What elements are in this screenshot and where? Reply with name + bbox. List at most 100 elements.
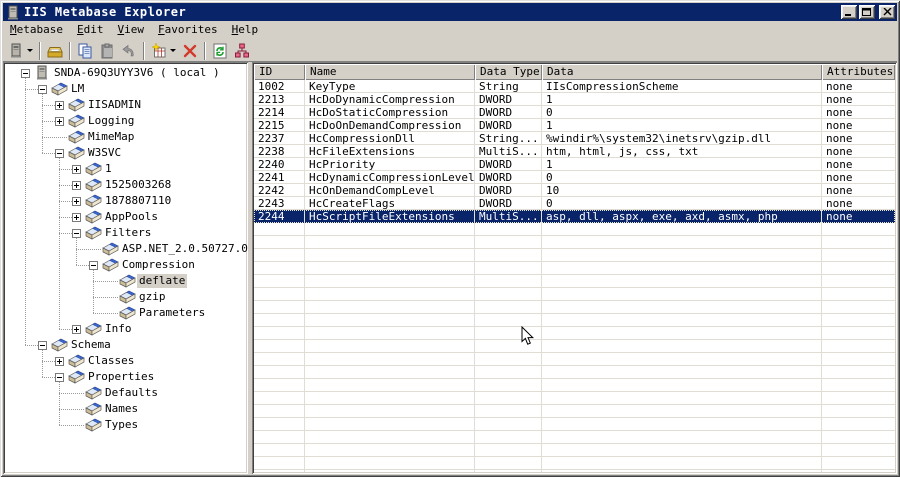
dropdown-arrow-icon[interactable] <box>170 49 176 52</box>
tree-item-label[interactable]: Parameters <box>137 306 207 320</box>
tree-item-names[interactable]: Names <box>103 401 140 417</box>
tree-item-deflate[interactable]: deflate <box>137 273 188 289</box>
tree-item-label[interactable]: Types <box>103 418 140 432</box>
refresh-button[interactable] <box>210 40 230 62</box>
table-row-2213[interactable]: 2213 HcDoDynamicCompression DWORD 1 none <box>254 93 895 106</box>
table-row-2243[interactable]: 2243 HcCreateFlags DWORD 0 none <box>254 197 895 210</box>
tree-item-label[interactable]: AppPools <box>103 210 160 224</box>
tree-item-apppools[interactable]: AppPools <box>103 209 160 225</box>
maximize-button[interactable] <box>859 5 875 19</box>
cell-id: 2214 <box>258 106 285 119</box>
menu-view[interactable]: View <box>110 21 151 39</box>
tree-item-label[interactable]: Filters <box>103 226 153 240</box>
column-header-attributes[interactable]: Attributes <box>822 64 895 80</box>
tree-item-types[interactable]: Types <box>103 417 140 433</box>
column-header-name[interactable]: Name <box>305 64 475 80</box>
table-row-2241[interactable]: 2241 HcDynamicCompressionLevel DWORD 0 none <box>254 171 895 184</box>
tree-item-label[interactable]: SNDA-69Q3UYY3V6 ( local ) <box>52 66 222 80</box>
tree-item-label[interactable]: Properties <box>86 370 156 384</box>
key-icon <box>68 369 85 384</box>
tree-item-1878807110[interactable]: 1878807110 <box>103 193 173 209</box>
tree-item-compression[interactable]: Compression <box>120 257 197 273</box>
table-row-2242[interactable]: 2242 HcOnDemandCompLevel DWORD 10 none <box>254 184 895 197</box>
connect-server-button[interactable] <box>6 40 35 62</box>
open-button[interactable] <box>45 40 65 62</box>
tree-item-label[interactable]: gzip <box>137 290 168 304</box>
tree-item-label[interactable]: Schema <box>69 338 113 352</box>
column-header-id[interactable]: ID <box>254 64 305 80</box>
tree-item-lm[interactable]: LM <box>69 81 86 97</box>
tree-panel: SNDA-69Q3UYY3V6 ( local ) LM IISADMIN Loggi… <box>3 62 248 474</box>
tree-item-filters[interactable]: Filters <box>103 225 153 241</box>
tree-item-mimemap[interactable]: MimeMap <box>86 129 136 145</box>
menu-favorites[interactable]: Favorites <box>151 21 225 39</box>
minimize-button[interactable] <box>841 5 857 19</box>
tree-item-snda-69q3uyy3v6-local[interactable]: SNDA-69Q3UYY3V6 ( local ) <box>52 65 222 81</box>
paste-button[interactable] <box>97 40 117 62</box>
tree-item-asp-net-2-0-50727-0[interactable]: ASP.NET_2.0.50727.0 <box>120 241 248 257</box>
tree-expander-minus-icon[interactable] <box>55 373 64 382</box>
tree-expander-minus-icon[interactable] <box>21 69 30 78</box>
tree-item-gzip[interactable]: gzip <box>137 289 168 305</box>
copy-button[interactable] <box>75 40 95 62</box>
tree-item-1[interactable]: 1 <box>103 161 114 177</box>
table-row-1002[interactable]: 1002 KeyType String IIsCompressionScheme non… <box>254 80 895 93</box>
table-row-2238[interactable]: 2238 HcFileExtensions MultiS... htm, html, … <box>254 145 895 158</box>
tree-expander-plus-icon[interactable] <box>72 165 81 174</box>
dropdown-arrow-icon[interactable] <box>27 49 33 52</box>
table-row-2237[interactable]: 2237 HcCompressionDll String... %windir%\sy… <box>254 132 895 145</box>
table-row-2215[interactable]: 2215 HcDoOnDemandCompression DWORD 1 none <box>254 119 895 132</box>
tree-expander-minus-icon[interactable] <box>38 341 47 350</box>
tree-expander-minus-icon[interactable] <box>55 149 64 158</box>
delete-button[interactable] <box>180 40 200 62</box>
table-row-2244[interactable]: 2244 HcScriptFileExtensions MultiS... asp, … <box>254 210 895 223</box>
undo-button[interactable] <box>119 40 139 62</box>
menu-edit[interactable]: Edit <box>70 21 111 39</box>
tree-item-label[interactable]: W3SVC <box>86 146 123 160</box>
tree-expander-plus-icon[interactable] <box>55 357 64 366</box>
tree-item-1525003268[interactable]: 1525003268 <box>103 177 173 193</box>
table-row-2214[interactable]: 2214 HcDoStaticCompression DWORD 0 none <box>254 106 895 119</box>
tree-item-label[interactable]: 1878807110 <box>103 194 173 208</box>
tree-item-label[interactable]: IISADMIN <box>86 98 143 112</box>
tree-item-w3svc[interactable]: W3SVC <box>86 145 123 161</box>
tree-expander-plus-icon[interactable] <box>72 197 81 206</box>
tree-item-label[interactable]: Classes <box>86 354 136 368</box>
tree-item-label[interactable]: Compression <box>120 258 197 272</box>
tree-item-iisadmin[interactable]: IISADMIN <box>86 97 143 113</box>
tree-item-properties[interactable]: Properties <box>86 369 156 385</box>
tree-expander-plus-icon[interactable] <box>55 117 64 126</box>
column-header-data[interactable]: Data <box>542 64 822 80</box>
tree-expander-plus-icon[interactable] <box>72 181 81 190</box>
tree-expander-plus-icon[interactable] <box>55 101 64 110</box>
tree-item-label[interactable]: MimeMap <box>86 130 136 144</box>
tree-item-label[interactable]: Logging <box>86 114 136 128</box>
tree-expander-plus-icon[interactable] <box>72 213 81 222</box>
tree-expander-minus-icon[interactable] <box>38 85 47 94</box>
tree-item-schema[interactable]: Schema <box>69 337 113 353</box>
tree-item-label[interactable]: deflate <box>137 274 188 288</box>
column-header-data-type[interactable]: Data Type <box>475 64 542 80</box>
tree-item-label[interactable]: ASP.NET_2.0.50727.0 <box>120 242 248 256</box>
close-button[interactable] <box>879 5 895 19</box>
tree-item-logging[interactable]: Logging <box>86 113 136 129</box>
tree-expander-minus-icon[interactable] <box>89 261 98 270</box>
tree-item-label[interactable]: Info <box>103 322 134 336</box>
tree-item-info[interactable]: Info <box>103 321 134 337</box>
tree-item-defaults[interactable]: Defaults <box>103 385 160 401</box>
tree-item-parameters[interactable]: Parameters <box>137 305 207 321</box>
tree-item-label[interactable]: 1 <box>103 162 114 176</box>
new-key-button[interactable] <box>149 40 178 62</box>
tree-item-label[interactable]: Names <box>103 402 140 416</box>
tree-item-label[interactable]: 1525003268 <box>103 178 173 192</box>
tree-expander-minus-icon[interactable] <box>72 229 81 238</box>
menu-metabase[interactable]: Metabase <box>3 21 70 39</box>
menu-help[interactable]: Help <box>225 21 266 39</box>
tree-item-label[interactable]: LM <box>69 82 86 96</box>
tree-item-label[interactable]: Defaults <box>103 386 160 400</box>
hierarchy-view-button[interactable] <box>232 40 252 62</box>
tree-expander-plus-icon[interactable] <box>72 325 81 334</box>
tree-item-classes[interactable]: Classes <box>86 353 136 369</box>
table-row-2240[interactable]: 2240 HcPriority DWORD 1 none <box>254 158 895 171</box>
cell-data: %windir%\system32\inetsrv\gzip.dll <box>546 132 772 145</box>
